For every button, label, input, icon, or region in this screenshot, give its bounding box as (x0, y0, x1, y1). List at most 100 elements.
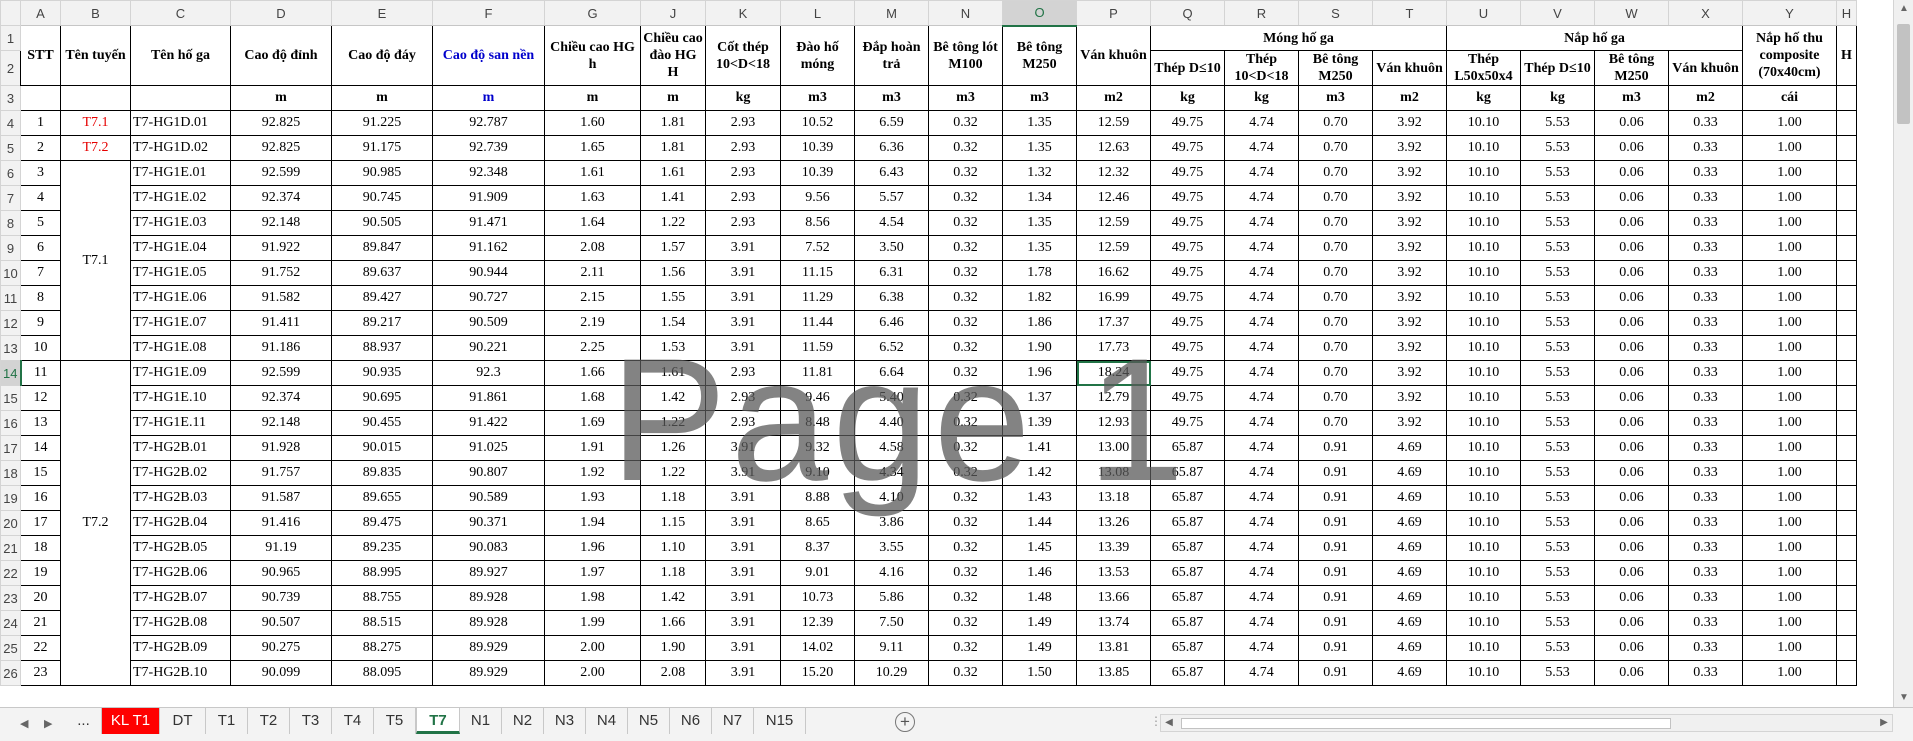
table-cell[interactable]: 1.56 (640, 260, 706, 286)
table-cell[interactable]: 49.75 (1150, 285, 1225, 311)
table-cell[interactable]: 5.53 (1520, 185, 1595, 211)
table-cell[interactable]: 1.42 (640, 385, 706, 411)
row-header[interactable]: 1 (0, 25, 21, 51)
header-nap-ho-ga[interactable]: Nắp hố ga (1446, 25, 1743, 51)
table-cell[interactable]: 6.59 (854, 110, 929, 136)
table-cell[interactable]: 4.10 (854, 485, 929, 511)
table-cell[interactable]: 4.40 (854, 410, 929, 436)
table-cell[interactable]: 4.69 (1372, 510, 1447, 536)
table-cell[interactable]: 13.08 (1076, 460, 1151, 486)
table-cell[interactable]: 49.75 (1150, 210, 1225, 236)
table-cell[interactable]: 1.61 (544, 160, 641, 186)
table-cell[interactable]: 65.87 (1150, 435, 1225, 461)
table-cell[interactable]: 6.31 (854, 260, 929, 286)
table-cell[interactable]: 5.53 (1520, 285, 1595, 311)
table-cell[interactable]: 0.70 (1298, 385, 1373, 411)
table-cell[interactable]: 1.00 (1742, 410, 1837, 436)
table-cell[interactable]: 12.93 (1076, 410, 1151, 436)
table-cell[interactable]: 92.374 (230, 185, 332, 211)
sheet-tab-t7[interactable]: T7 (416, 708, 460, 734)
table-cell[interactable]: 0.32 (928, 210, 1003, 236)
cell-stt[interactable]: 23 (20, 660, 61, 686)
table-cell[interactable]: 90.985 (331, 160, 433, 186)
table-cell[interactable]: 0.70 (1298, 260, 1373, 286)
table-cell[interactable] (1836, 260, 1857, 286)
column-header-n[interactable]: N (928, 0, 1003, 26)
table-cell[interactable]: 0.06 (1594, 385, 1669, 411)
header-dao-ho-mong[interactable]: Đào hố móng (780, 25, 855, 86)
table-cell[interactable]: 1.69 (544, 410, 641, 436)
table-cell[interactable]: 2.93 (705, 110, 781, 136)
table-cell[interactable]: 2.93 (705, 410, 781, 436)
table-cell[interactable]: 9.46 (780, 385, 855, 411)
table-cell[interactable] (1836, 135, 1857, 161)
table-cell[interactable]: 1.00 (1742, 660, 1837, 686)
table-cell[interactable]: 1.41 (640, 185, 706, 211)
table-cell[interactable]: 4.74 (1224, 635, 1299, 661)
table-cell[interactable]: 0.70 (1298, 410, 1373, 436)
row-header[interactable]: 22 (0, 560, 21, 586)
table-cell[interactable]: 1.96 (544, 535, 641, 561)
vertical-scroll-thumb[interactable] (1897, 24, 1910, 124)
table-cell[interactable]: 89.928 (432, 610, 545, 636)
table-cell[interactable]: 9.32 (780, 435, 855, 461)
table-cell[interactable]: 0.33 (1668, 185, 1743, 211)
table-cell[interactable] (1836, 635, 1857, 661)
table-cell[interactable]: 0.33 (1668, 160, 1743, 186)
table-cell[interactable]: 3.92 (1372, 335, 1447, 361)
table-cell[interactable]: T7-HG1E.04 (130, 235, 231, 261)
table-cell[interactable]: 1.49 (1002, 610, 1077, 636)
sheet-tab--[interactable]: ... (66, 708, 102, 734)
table-cell[interactable]: 10.10 (1446, 285, 1521, 311)
table-cell[interactable]: 49.75 (1150, 335, 1225, 361)
table-cell[interactable]: 8.48 (780, 410, 855, 436)
table-cell[interactable]: 0.33 (1668, 435, 1743, 461)
subheader-nap-3[interactable]: Ván khuôn (1668, 50, 1743, 86)
table-cell[interactable]: 90.727 (432, 285, 545, 311)
table-cell[interactable]: 0.70 (1298, 235, 1373, 261)
table-cell[interactable]: 10.10 (1446, 660, 1521, 686)
table-cell[interactable]: 1.63 (544, 185, 641, 211)
table-cell[interactable]: 0.91 (1298, 535, 1373, 561)
table-cell[interactable]: 8.88 (780, 485, 855, 511)
table-cell[interactable]: 1.99 (544, 610, 641, 636)
table-cell[interactable]: 4.74 (1224, 235, 1299, 261)
cell-stt[interactable]: 15 (20, 460, 61, 486)
table-cell[interactable] (1836, 310, 1857, 336)
table-cell[interactable]: 91.757 (230, 460, 332, 486)
table-cell[interactable]: 5.53 (1520, 585, 1595, 611)
table-cell[interactable]: T7-HG2B.09 (130, 635, 231, 661)
table-cell[interactable] (1836, 210, 1857, 236)
table-cell[interactable]: 3.92 (1372, 185, 1447, 211)
table-cell[interactable]: 5.53 (1520, 360, 1595, 386)
table-cell[interactable]: 10.10 (1446, 260, 1521, 286)
cell-stt[interactable]: 1 (20, 110, 61, 136)
table-cell[interactable]: T7-HG1E.09 (130, 360, 231, 386)
table-cell[interactable]: 0.32 (928, 585, 1003, 611)
table-cell[interactable] (1836, 360, 1857, 386)
table-cell[interactable]: 0.32 (928, 610, 1003, 636)
table-cell[interactable]: 1.00 (1742, 610, 1837, 636)
table-cell[interactable] (1836, 485, 1857, 511)
table-cell[interactable]: 0.32 (928, 260, 1003, 286)
table-cell[interactable]: 9.10 (780, 460, 855, 486)
table-cell[interactable]: 0.06 (1594, 510, 1669, 536)
cell-stt[interactable]: 3 (20, 160, 61, 186)
sheet-tab-kl-t1[interactable]: KL T1 (102, 708, 160, 734)
table-cell[interactable]: 1.00 (1742, 335, 1837, 361)
table-cell[interactable]: 7.52 (780, 235, 855, 261)
header-stt[interactable]: STT (20, 25, 61, 86)
table-cell[interactable]: T7-HG1D.01 (130, 110, 231, 136)
table-cell[interactable]: 4.74 (1224, 410, 1299, 436)
table-cell[interactable]: 13.26 (1076, 510, 1151, 536)
table-cell[interactable]: 92.148 (230, 210, 332, 236)
table-cell[interactable]: 0.70 (1298, 110, 1373, 136)
table-cell[interactable]: T7-HG2B.03 (130, 485, 231, 511)
cell-stt[interactable]: 19 (20, 560, 61, 586)
table-cell[interactable] (1836, 160, 1857, 186)
table-cell[interactable]: 4.69 (1372, 635, 1447, 661)
column-header-c[interactable]: C (130, 0, 231, 26)
table-cell[interactable]: 0.06 (1594, 135, 1669, 161)
column-header-e[interactable]: E (331, 0, 433, 26)
table-cell[interactable]: 91.162 (432, 235, 545, 261)
